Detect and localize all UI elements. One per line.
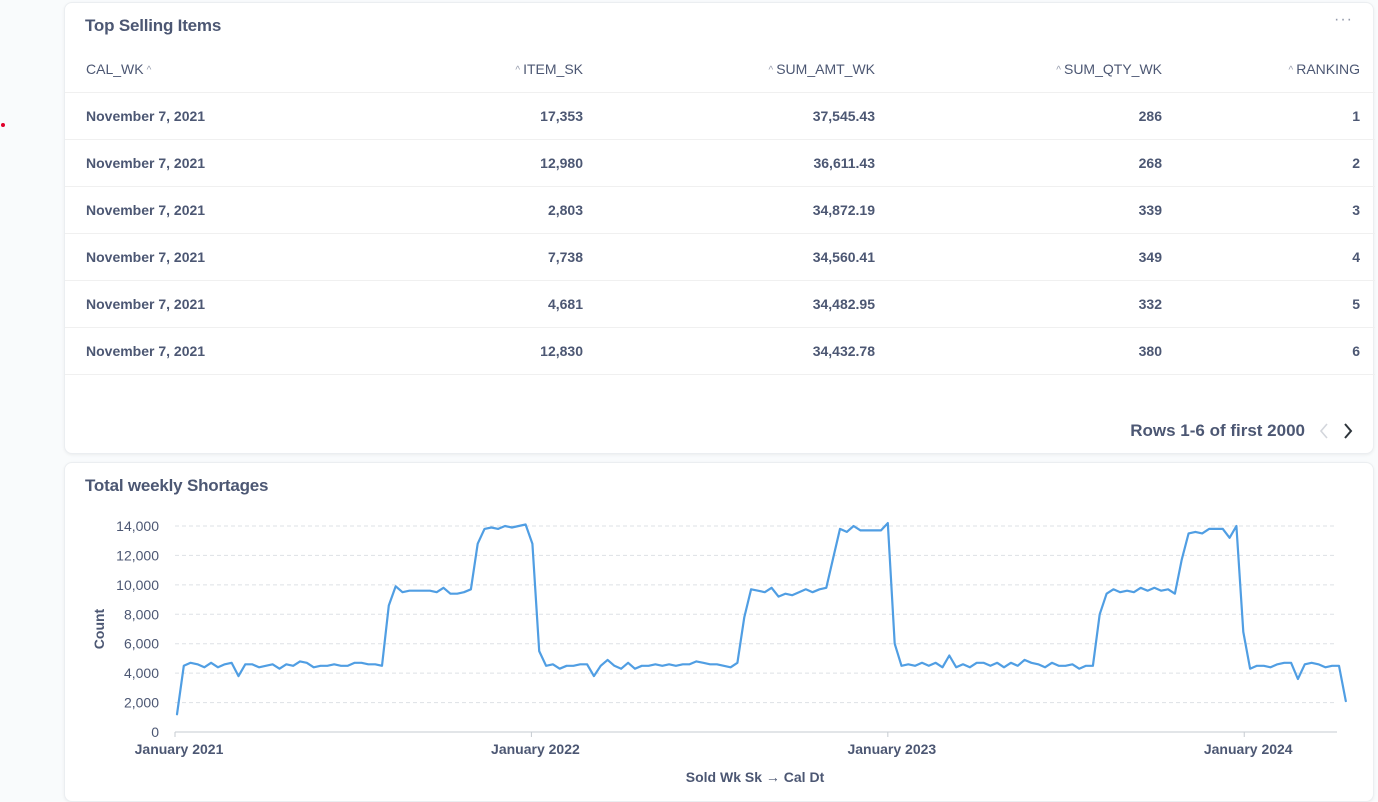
table-cell[interactable]: 339 — [876, 186, 1163, 234]
card-title: Top Selling Items — [85, 16, 222, 35]
table-cell[interactable]: 6 — [1163, 327, 1375, 375]
sort-ascending-icon: ^ — [146, 65, 152, 76]
y-tick-label: 12,000 — [116, 547, 159, 563]
table-cell[interactable]: 5 — [1163, 280, 1375, 328]
y-tick-label: 2,000 — [124, 695, 159, 711]
sort-ascending-icon: ^ — [1288, 65, 1294, 76]
table-cell[interactable]: 268 — [876, 139, 1163, 187]
red-marker-dot — [1, 123, 5, 127]
x-tick-label: January 2023 — [847, 741, 936, 757]
x-tick-label: January 2022 — [491, 741, 580, 757]
more-options-icon[interactable]: ··· — [1334, 11, 1353, 29]
table-cell[interactable]: November 7, 2021 — [65, 327, 357, 375]
table-cell[interactable]: 34,482.95 — [584, 280, 876, 328]
top-selling-items-card: Top Selling Items ··· CAL_WK ^ ^ ITEM_SK ^… — [64, 2, 1375, 454]
table-cell[interactable]: 2 — [1163, 139, 1375, 187]
table-header-row: CAL_WK ^ ^ ITEM_SK ^ SUM_AMT_WK ^ SUM_QTY_WK… — [65, 46, 1375, 93]
total-weekly-shortages-card: Total weekly Shortages 0 2,000 4,000 6,000 8… — [64, 462, 1374, 802]
x-axis-label: Sold Wk Sk → Cal Dt — [686, 769, 825, 785]
column-header-item-sk[interactable]: ^ ITEM_SK — [357, 46, 584, 93]
table-row: November 7, 2021 2,803 34,872.19 339 3 — [65, 186, 1375, 234]
y-axis-label: Count — [91, 608, 107, 649]
table-cell[interactable]: 4,681 — [357, 280, 584, 328]
chevron-left-icon[interactable] — [1319, 423, 1329, 439]
results-table: CAL_WK ^ ^ ITEM_SK ^ SUM_AMT_WK ^ SUM_QTY_WK… — [65, 46, 1375, 375]
table-row: November 7, 2021 4,681 34,482.95 332 5 — [65, 280, 1375, 328]
y-tick-label: 14,000 — [116, 518, 159, 534]
column-header-label: SUM_QTY_WK — [1063, 61, 1162, 77]
y-tick-label: 6,000 — [124, 636, 159, 652]
x-tick-label: January 2024 — [1204, 741, 1293, 757]
table-cell[interactable]: 12,980 — [357, 139, 584, 187]
column-header-sum-qty-wk[interactable]: ^ SUM_QTY_WK — [876, 46, 1163, 93]
table-cell[interactable]: 349 — [876, 233, 1163, 281]
y-tick-label: 8,000 — [124, 606, 159, 622]
table-cell[interactable]: 332 — [876, 280, 1163, 328]
x-tick-label: January 2021 — [135, 741, 224, 757]
table-cell[interactable]: November 7, 2021 — [65, 139, 357, 187]
column-header-label: SUM_AMT_WK — [776, 61, 875, 77]
table-cell[interactable]: 7,738 — [357, 233, 584, 281]
y-tick-label: 10,000 — [116, 577, 159, 593]
table-cell[interactable]: 4 — [1163, 233, 1375, 281]
column-header-label: RANKING — [1296, 61, 1360, 77]
table-cell[interactable]: 36,611.43 — [584, 139, 876, 187]
line-chart: 0 2,000 4,000 6,000 8,000 10,000 12,000 14,000 J… — [91, 518, 1347, 785]
table-cell[interactable]: 380 — [876, 327, 1163, 375]
column-header-label: ITEM_SK — [523, 61, 583, 77]
column-header-ranking[interactable]: ^ RANKING — [1163, 46, 1375, 93]
chevron-right-icon[interactable] — [1343, 423, 1353, 439]
table-cell[interactable]: November 7, 2021 — [65, 280, 357, 328]
table-cell[interactable]: November 7, 2021 — [65, 92, 357, 140]
table-cell[interactable]: November 7, 2021 — [65, 186, 357, 234]
table-cell[interactable]: 12,830 — [357, 327, 584, 375]
table-row: November 7, 2021 17,353 37,545.43 286 1 — [65, 92, 1375, 140]
table-row: November 7, 2021 12,980 36,611.43 268 2 — [65, 139, 1375, 187]
y-tick-label: 0 — [151, 724, 159, 740]
table-cell[interactable]: 2,803 — [357, 186, 584, 234]
sort-ascending-icon: ^ — [1056, 65, 1061, 76]
column-header-cal-wk[interactable]: CAL_WK ^ — [65, 46, 357, 93]
table-cell[interactable]: 1 — [1163, 92, 1375, 140]
pagination: Rows 1-6 of first 2000 — [1130, 421, 1353, 441]
series-line — [175, 521, 1347, 716]
table-cell[interactable]: 286 — [876, 92, 1163, 140]
table-cell[interactable]: 37,545.43 — [584, 92, 876, 140]
y-tick-label: 4,000 — [124, 665, 159, 681]
column-header-sum-amt-wk[interactable]: ^ SUM_AMT_WK — [584, 46, 876, 93]
sort-ascending-icon: ^ — [515, 65, 521, 76]
table-cell[interactable]: 34,560.41 — [584, 233, 876, 281]
table-cell[interactable]: 17,353 — [357, 92, 584, 140]
column-header-label: CAL_WK — [86, 61, 144, 77]
table-row: November 7, 2021 7,738 34,560.41 349 4 — [65, 233, 1375, 281]
table-cell[interactable]: 34,432.78 — [584, 327, 876, 375]
table-row: November 7, 2021 12,830 34,432.78 380 6 — [65, 327, 1375, 375]
sort-ascending-icon: ^ — [768, 65, 774, 76]
table-cell[interactable]: November 7, 2021 — [65, 233, 357, 281]
table-cell[interactable]: 34,872.19 — [584, 186, 876, 234]
pagination-label: Rows 1-6 of first 2000 — [1130, 421, 1305, 440]
table-cell[interactable]: 3 — [1163, 186, 1375, 234]
